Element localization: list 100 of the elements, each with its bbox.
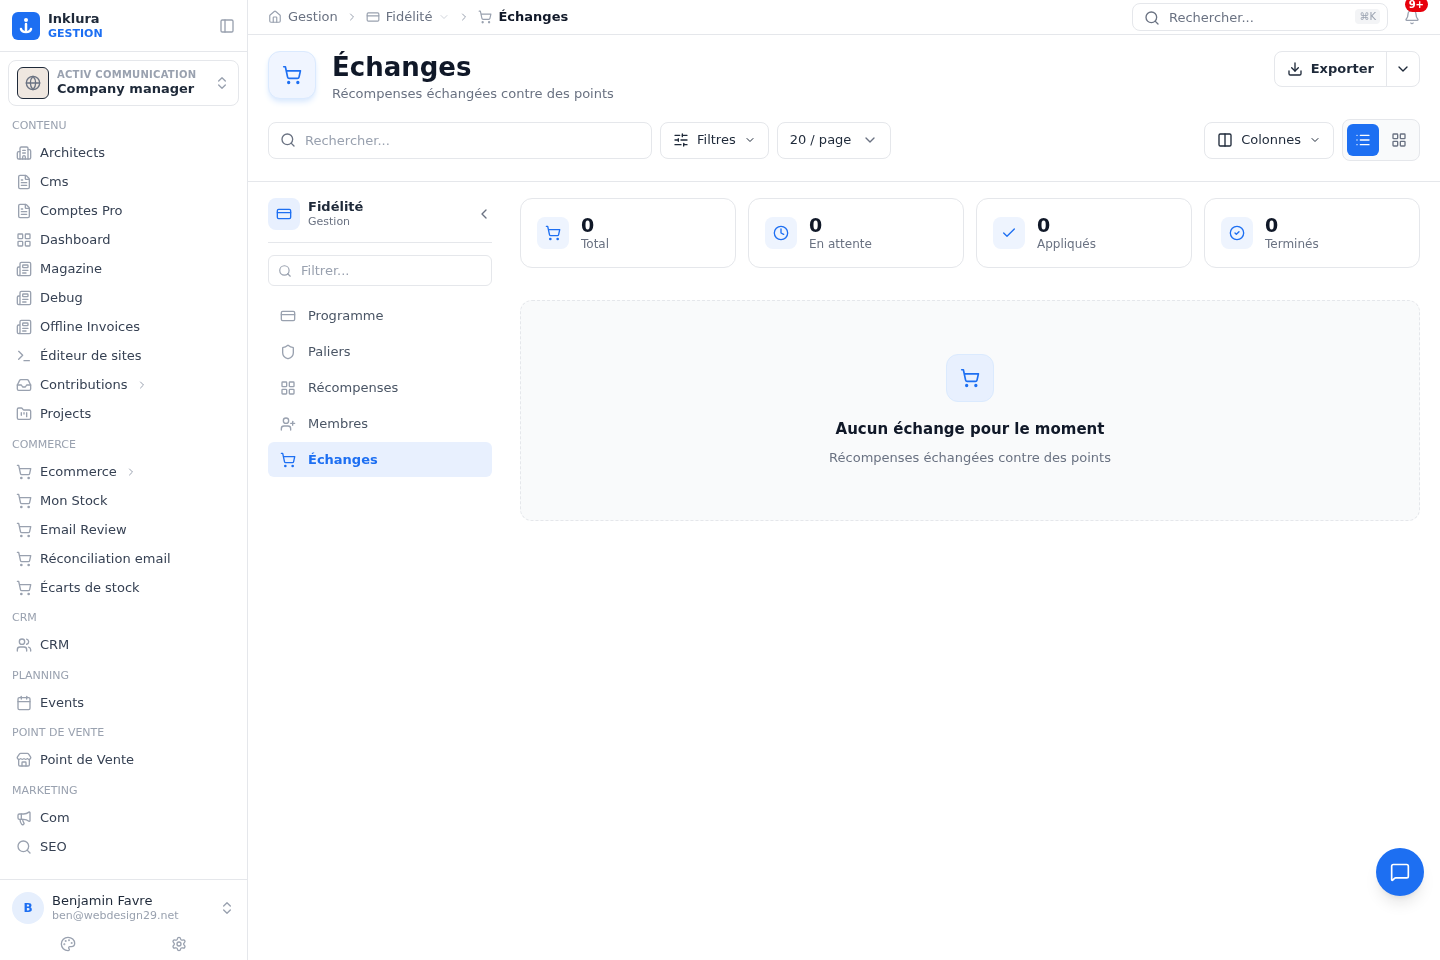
module-title: Fidélité [308,199,365,216]
page-size-select[interactable]: 20 / page [776,121,891,159]
module-nav-item[interactable]: Programme [268,298,492,333]
sidebar-item[interactable]: Éditeur de sites [8,341,239,371]
module-nav-item[interactable]: Échanges [268,442,492,477]
page-title: Échanges [332,51,473,84]
sidebar-item[interactable]: Dashboard [8,225,239,255]
cart-icon [16,550,32,567]
sidebar-toggle-icon[interactable] [219,17,235,34]
sidebar-item[interactable]: Point de Vente [8,745,239,775]
sidebar-item[interactable]: Projects [8,399,239,429]
shortcut-key: ⌘K [1355,9,1380,24]
user-plus-icon [280,415,296,432]
sidebar-item[interactable]: Com [8,803,239,832]
sidebar-item[interactable]: Offline Invoices [8,312,239,342]
stat-value: 0 [809,213,824,238]
section-heading: CRM [11,610,38,626]
avatar: B [12,892,44,924]
sidebar-item[interactable]: Comptes Pro [8,196,239,226]
stat-label: Total [581,237,610,253]
list-icon [1355,132,1371,148]
document-icon [16,174,32,190]
sidebar-item[interactable]: CRM [8,630,239,660]
breadcrumb-link[interactable]: Échanges [498,7,569,27]
palette-icon[interactable] [59,936,76,952]
section-heading: PLANNING [11,667,70,684]
module-nav-item[interactable]: Récompenses [268,370,492,405]
workspace-switcher[interactable]: ACTIV COMMUNICATION Company manager [8,60,239,106]
check-icon [993,217,1025,249]
list-view-button[interactable] [1347,124,1379,156]
sidebar-item[interactable]: Debug [8,283,239,313]
stat-value: 0 [1037,213,1052,238]
sidebar-item[interactable]: Events [8,688,239,717]
megaphone-icon [16,809,32,826]
calendar-icon [16,694,32,711]
module-nav-item[interactable]: Membres [268,406,492,441]
newspaper-icon [16,261,32,277]
chat-button[interactable] [1376,848,1424,896]
empty-title: Aucun échange pour le moment [835,418,1105,440]
cart-icon [16,492,32,509]
workspace-role: Company manager [57,81,196,98]
page-cart-icon [268,51,316,99]
brand-subtitle: GESTION [48,26,104,41]
stat-label: Terminés [1265,237,1319,253]
cart-icon [16,463,32,480]
stat-value: 0 [581,213,596,238]
section-heading: COMMERCE [11,436,77,453]
stat-label: En attente [809,237,872,253]
user-email: ben@webdesign29.net [52,909,180,923]
section-heading: MARKETING [11,782,79,799]
cart-icon [478,10,493,24]
grid-icon [1391,132,1407,148]
sidebar-item[interactable]: Email Review [8,515,239,544]
cart-icon [16,521,32,538]
filters-button[interactable]: Filtres [660,121,769,159]
download-icon [1286,61,1303,77]
columns-button[interactable]: Colonnes [1204,121,1334,159]
terminal-icon [16,348,32,364]
section-heading: CONTENU [11,118,68,134]
breadcrumb-link[interactable]: Gestion [288,7,338,27]
grid-icon [16,232,32,248]
filter-field[interactable]: Filtrer... [268,255,492,286]
sidebar-item[interactable]: Ecommerce [8,457,239,486]
search-icon [278,264,292,278]
sidebar-item[interactable]: Mon Stock [8,486,239,515]
search-field[interactable]: Rechercher... [268,121,652,159]
globe-icon [17,67,49,99]
empty-cart-icon [946,353,994,402]
breadcrumb-link[interactable]: Fidélité [385,7,433,27]
cart-icon [16,579,32,596]
search-icon [16,838,32,855]
sidebar-item[interactable]: Magazine [8,254,239,284]
module-subtitle: Gestion [308,215,352,229]
sidebar-item[interactable]: Contributions [8,370,239,400]
users-icon [16,637,32,653]
grid-icon [280,379,296,396]
notification-icon[interactable] [1404,9,1420,25]
sidebar-item[interactable]: Cms [8,167,239,197]
sidebar-item[interactable]: SEO [8,832,239,861]
module-card-icon [268,198,300,230]
folder-icon [16,406,32,422]
sidebar-item[interactable]: Réconciliation email [8,544,239,573]
sidebar-item[interactable]: Écarts de stock [8,573,239,602]
search-icon [280,131,296,148]
module-nav-item[interactable]: Paliers [268,334,492,369]
building-icon [16,145,32,161]
empty-text: Récompenses échangées contre des points [829,449,1111,467]
settings-icon[interactable] [171,936,188,952]
sidebar-item[interactable]: Architects [8,138,239,168]
page-subtitle: Récompenses échangées contre des points [332,84,615,103]
user-menu[interactable]: B Benjamin Favre ben@webdesign29.net [12,892,235,924]
stat-label: Appliqués [1037,237,1096,253]
logo-icon [12,11,40,40]
document-icon [16,203,32,219]
workspace-org: ACTIV COMMUNICATION [57,68,198,82]
cart-icon [280,451,296,468]
cart-icon [537,217,569,249]
brand-name: Inklura [48,10,101,27]
columns-icon [1217,132,1234,148]
notification-count: 9+ [1404,0,1428,12]
